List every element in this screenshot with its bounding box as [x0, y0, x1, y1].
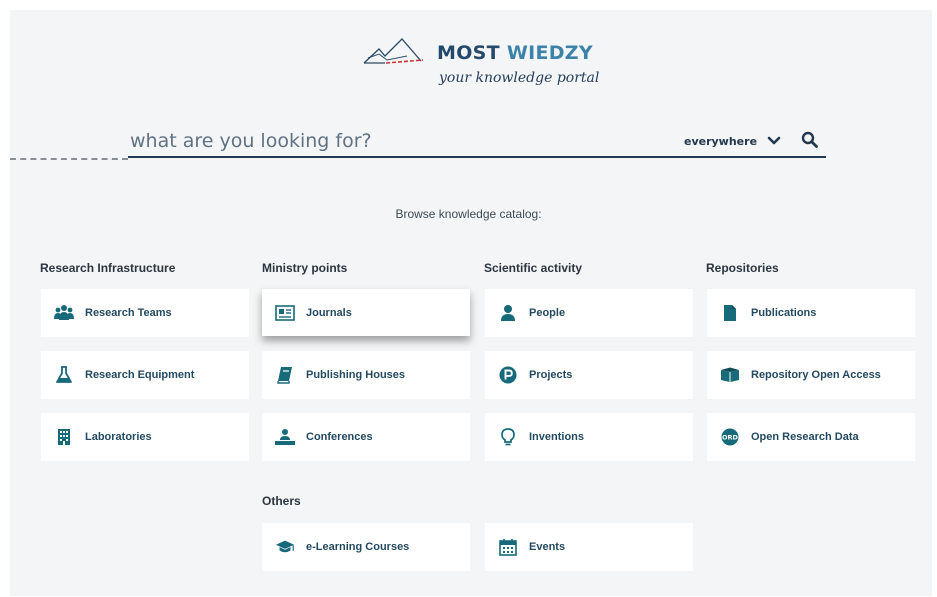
search-dashed-line — [10, 158, 128, 160]
search-icon[interactable] — [801, 131, 819, 149]
logo-title: MOST WIEDZY — [437, 42, 593, 64]
card-label: Publications — [751, 307, 817, 319]
card-research-teams[interactable]: Research Teams — [41, 289, 249, 337]
card-open-research-data[interactable]: ORD Open Research Data — [707, 413, 915, 461]
card-inventions[interactable]: Inventions — [485, 413, 693, 461]
card-repository-open-access[interactable]: Repository Open Access — [707, 351, 915, 399]
card-label: Publishing Houses — [306, 369, 406, 381]
search-scope-dropdown[interactable]: everywhere — [684, 131, 781, 151]
logo[interactable]: MOST WIEDZY your knowledge portal — [363, 34, 603, 94]
book-icon — [275, 365, 295, 385]
svg-text:ORD: ORD — [722, 434, 739, 442]
person-icon — [498, 303, 518, 323]
card-label: e-Learning Courses — [306, 541, 410, 553]
card-label: Research Teams — [85, 307, 172, 319]
card-projects[interactable]: Projects — [485, 351, 693, 399]
column-title-research-infrastructure: Research Infrastructure — [40, 261, 176, 275]
card-label: Open Research Data — [751, 431, 859, 443]
graduation-cap-icon — [275, 537, 295, 557]
card-journals[interactable]: Journals — [262, 289, 470, 336]
calendar-icon — [498, 537, 518, 557]
presenter-icon — [275, 427, 295, 447]
search-underline — [128, 156, 826, 158]
card-label: Inventions — [529, 431, 585, 443]
column-title-ministry-points: Ministry points — [262, 261, 348, 275]
card-people[interactable]: People — [485, 289, 693, 337]
column-title-repositories: Repositories — [706, 261, 779, 275]
card-events[interactable]: Events — [485, 523, 693, 571]
card-label: Research Equipment — [85, 369, 195, 381]
file-icon — [720, 303, 740, 323]
lightbulb-icon — [498, 427, 518, 447]
card-laboratories[interactable]: Laboratories — [41, 413, 249, 461]
open-book-icon — [720, 365, 740, 385]
card-label: Journals — [306, 306, 352, 319]
logo-title-wiedzy: WIEDZY — [506, 42, 593, 64]
browse-catalog-label: Browse knowledge catalog: — [395, 207, 542, 221]
search-input[interactable] — [128, 126, 672, 156]
mountain-logo-icon — [363, 38, 424, 64]
section-title-others: Others — [262, 494, 301, 508]
card-label: Projects — [529, 369, 573, 381]
users-icon — [54, 303, 74, 323]
card-label: Laboratories — [85, 431, 152, 443]
card-publishing-houses[interactable]: Publishing Houses — [262, 351, 470, 399]
flask-icon — [54, 365, 74, 385]
card-publications[interactable]: Publications — [707, 289, 915, 337]
building-icon — [54, 427, 74, 447]
card-research-equipment[interactable]: Research Equipment — [41, 351, 249, 399]
newspaper-icon — [275, 303, 295, 323]
card-label: Conferences — [306, 431, 373, 443]
card-e-learning-courses[interactable]: e-Learning Courses — [262, 523, 470, 571]
p-circle-icon — [498, 365, 518, 385]
logo-title-most: MOST — [437, 42, 500, 64]
card-label: People — [529, 307, 566, 319]
chevron-down-icon — [767, 136, 781, 146]
card-label: Events — [529, 541, 566, 553]
ord-icon: ORD — [720, 427, 740, 447]
search-scope-label: everywhere — [684, 134, 758, 148]
logo-tagline: your knowledge portal — [439, 70, 600, 86]
card-conferences[interactable]: Conferences — [262, 413, 470, 461]
card-label: Repository Open Access — [751, 369, 881, 381]
column-title-scientific-activity: Scientific activity — [484, 261, 583, 275]
